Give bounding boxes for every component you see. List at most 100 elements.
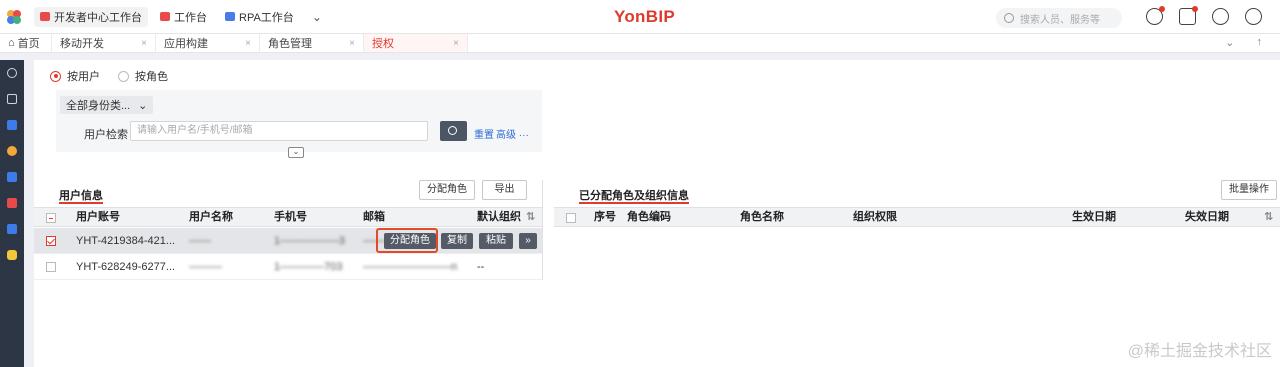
search-button[interactable] [440, 121, 467, 141]
user-grid-header: 用户账号 用户名称 手机号 邮箱 默认组织 ⇅ [34, 207, 542, 227]
col-header[interactable]: 角色名称 [740, 208, 784, 227]
user-search-label: 用户检索 [84, 129, 128, 141]
row-checkbox[interactable] [46, 236, 56, 246]
cell-name: —— [189, 235, 211, 247]
cell-phone: 1————703 [274, 261, 343, 273]
tab-label: 移动开发 [60, 38, 104, 50]
assign-role-button[interactable]: 分配角色 [419, 180, 475, 200]
top-tab-label: 工作台 [174, 11, 207, 24]
cell-org: -- [477, 261, 485, 273]
collapse-filter-button[interactable]: ⌄ [288, 147, 304, 158]
role-grid-header: 序号 角色编码 角色名称 组织权限 生效日期 失效日期 ⇅ [554, 207, 1280, 227]
workbench-icon [160, 12, 170, 21]
cell-email: ————————n [363, 261, 458, 273]
top-tab-workbench[interactable]: 工作台 [154, 7, 213, 27]
table-row[interactable]: YHT-628249-6277... ——— 1————703 ————————… [34, 254, 542, 280]
workbench-icon [40, 12, 50, 21]
global-search-input[interactable]: 搜索人员、服务等 [996, 8, 1122, 28]
top-icons [1146, 6, 1262, 25]
col-header[interactable]: 角色编码 [627, 208, 671, 227]
app-launcher-icon[interactable] [0, 0, 28, 34]
settings-icon[interactable] [1245, 8, 1262, 25]
search-icon [1004, 13, 1014, 23]
col-header[interactable]: 失效日期 [1185, 208, 1229, 227]
notification-dot [1159, 6, 1165, 12]
select-all-checkbox[interactable] [46, 213, 56, 223]
global-search-placeholder: 搜索人员、服务等 [1020, 14, 1100, 26]
radio-by-role[interactable] [118, 70, 129, 82]
arrow-up-icon[interactable]: ↑ [1257, 36, 1263, 49]
top-bar: 开发者中心工作台 工作台 RPA工作台 ⌄ YonBIP 搜索人员、服务等 [0, 0, 1280, 34]
col-header[interactable]: 手机号 [274, 208, 307, 227]
user-search-input[interactable]: 请输入用户名/手机号/邮箱 [130, 121, 428, 141]
tab-label: 角色管理 [268, 38, 312, 50]
reset-link[interactable]: 重置 [474, 126, 494, 141]
tab-mobile-dev[interactable]: 移动开发 × [52, 34, 156, 52]
col-header[interactable]: 用户名称 [189, 208, 233, 227]
close-icon[interactable]: × [245, 38, 251, 49]
radio-by-user[interactable] [50, 70, 61, 82]
rail-folder-icon[interactable] [0, 86, 24, 112]
row-more-button[interactable]: » [519, 233, 537, 249]
row-checkbox[interactable] [46, 262, 56, 272]
chevron-down-icon[interactable]: ⌄ [312, 10, 322, 24]
main-content: 按用户 按角色 全部身份类... ⌄ 用户检索 请输入用户名/手机号/邮箱 重置… [34, 60, 1280, 367]
table-row[interactable]: YHT-4219384-421... —— 1-—————3 ————— 分配角… [34, 228, 542, 254]
cell-account: YHT-4219384-421... [76, 235, 176, 247]
tab-authorize[interactable]: 授权 × [364, 34, 468, 52]
headset-icon[interactable] [1212, 8, 1229, 25]
user-info-title: 用户信息 [59, 187, 103, 204]
export-button[interactable]: 导出 [482, 180, 527, 200]
document-icon [225, 12, 235, 21]
rail-doc-icon[interactable] [0, 112, 24, 138]
message-icon[interactable] [1179, 6, 1198, 25]
help-icon[interactable] [1146, 6, 1165, 25]
rail-user-icon[interactable] [0, 138, 24, 164]
brand-text-a: Yon [614, 7, 646, 26]
chevron-down-icon[interactable]: ⌄ [1225, 36, 1234, 49]
column-settings-icon[interactable]: ⇅ [526, 208, 535, 227]
rail-search-icon[interactable] [0, 60, 24, 86]
tab-label: 首页 [17, 38, 40, 50]
rail-app-icon[interactable] [0, 242, 24, 268]
close-icon[interactable]: × [349, 38, 355, 49]
cell-phone: 1-—————3 [274, 235, 345, 247]
highlight-box [376, 228, 438, 253]
tabbar-tools: ⌄ ↑ [1225, 36, 1262, 49]
col-header[interactable]: 组织权限 [853, 208, 897, 227]
cell-name: ——— [189, 261, 222, 273]
top-tab-rpa[interactable]: RPA工作台 [219, 7, 300, 27]
col-header[interactable]: 序号 [594, 208, 616, 227]
tab-label: 应用构建 [164, 38, 208, 50]
brand-text-b: BIP [645, 7, 675, 26]
rail-cube-icon[interactable] [0, 164, 24, 190]
col-header[interactable]: 用户账号 [76, 208, 120, 227]
cell-account: YHT-628249-6277... [76, 261, 176, 273]
search-icon [448, 126, 457, 135]
select-all-checkbox[interactable] [566, 213, 576, 223]
close-icon[interactable]: × [141, 38, 147, 49]
tab-app-build[interactable]: 应用构建 × [156, 34, 260, 52]
batch-operation-button[interactable]: 批量操作 [1221, 180, 1277, 200]
rail-doc2-icon[interactable] [0, 216, 24, 242]
tab-home[interactable]: ⌂ 首页 [0, 34, 52, 52]
left-rail [0, 60, 24, 367]
col-header[interactable]: 默认组织 [477, 208, 521, 227]
tab-role-manage[interactable]: 角色管理 × [260, 34, 364, 52]
top-tab-dev-center[interactable]: 开发者中心工作台 [34, 6, 148, 27]
radio-label: 按角色 [135, 71, 168, 83]
identity-select-value: 全部身份类... [66, 100, 131, 112]
close-icon[interactable]: × [453, 38, 459, 49]
rail-flag-icon[interactable] [0, 190, 24, 216]
notification-dot [1192, 6, 1198, 12]
advanced-link[interactable]: 高级 ··· [496, 126, 529, 141]
mode-radio-group: 按用户 按角色 [50, 68, 180, 84]
col-header[interactable]: 生效日期 [1072, 208, 1116, 227]
panel-divider [542, 180, 543, 280]
row-paste-button[interactable]: 粘贴 [479, 233, 513, 249]
row-copy-button[interactable]: 复制 [441, 233, 473, 249]
identity-type-select[interactable]: 全部身份类... ⌄ [60, 96, 154, 114]
col-header[interactable]: 邮箱 [363, 208, 385, 227]
filter-panel: 全部身份类... ⌄ 用户检索 请输入用户名/手机号/邮箱 重置 高级 ··· [56, 90, 542, 152]
column-settings-icon[interactable]: ⇅ [1264, 208, 1273, 227]
